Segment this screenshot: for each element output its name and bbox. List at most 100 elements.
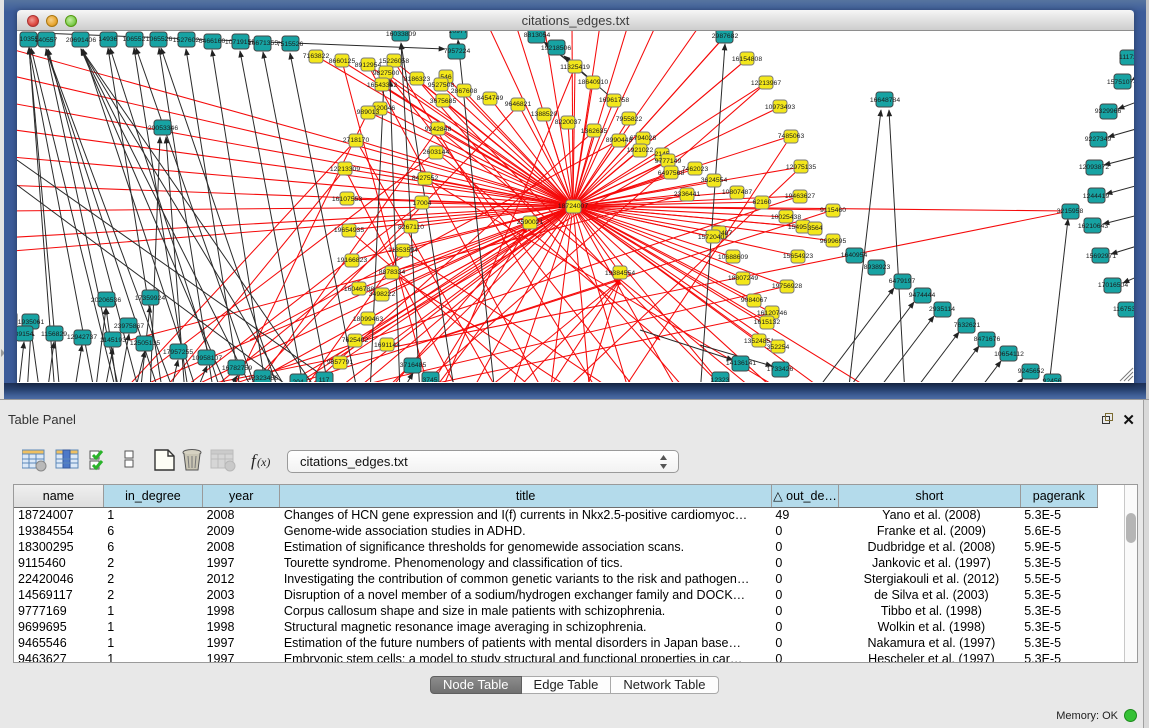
svg-text:1244419: 1244419 bbox=[1083, 193, 1110, 200]
svg-text:9777149: 9777149 bbox=[655, 158, 682, 165]
svg-text:7485063: 7485063 bbox=[778, 133, 805, 140]
svg-text:7632621: 7632621 bbox=[954, 322, 981, 329]
svg-text:1921022: 1921022 bbox=[627, 147, 654, 154]
svg-text:1615132: 1615132 bbox=[754, 319, 781, 326]
svg-text:15654923: 15654923 bbox=[783, 253, 813, 260]
svg-text:19384554: 19384554 bbox=[605, 270, 635, 277]
svg-text:10025438: 10025438 bbox=[771, 214, 801, 221]
svg-text:10977: 10977 bbox=[449, 31, 468, 35]
svg-text:12093872: 12093872 bbox=[1079, 164, 1109, 171]
svg-text:8267110: 8267110 bbox=[398, 224, 424, 231]
svg-text:18724007: 18724007 bbox=[558, 203, 588, 210]
svg-text:15692971: 15692971 bbox=[1086, 253, 1116, 260]
svg-text:17957255: 17957255 bbox=[163, 349, 193, 356]
svg-text:10807487: 10807487 bbox=[722, 189, 752, 196]
svg-text:8220037: 8220037 bbox=[555, 119, 582, 126]
svg-text:15751074: 15751074 bbox=[1107, 79, 1134, 86]
svg-text:1527602: 1527602 bbox=[173, 37, 200, 44]
svg-text:7515526: 7515526 bbox=[277, 41, 304, 48]
svg-text:19218506: 19218506 bbox=[541, 45, 571, 52]
svg-text:16543362: 16543362 bbox=[367, 82, 397, 89]
svg-text:16107553: 16107553 bbox=[332, 196, 362, 203]
svg-text:16648784: 16648784 bbox=[870, 97, 900, 104]
svg-text:20206536: 20206536 bbox=[91, 297, 121, 304]
svg-text:352254: 352254 bbox=[767, 344, 790, 351]
svg-text:10688609: 10688609 bbox=[718, 254, 748, 261]
svg-text:2935114: 2935114 bbox=[929, 306, 955, 313]
svg-text:(x): (x) bbox=[257, 455, 270, 469]
svg-text:2867608: 2867608 bbox=[451, 88, 478, 95]
svg-text:8990448: 8990448 bbox=[606, 137, 633, 144]
svg-text:10958107: 10958107 bbox=[192, 355, 222, 362]
svg-text:18640910: 18640910 bbox=[578, 79, 608, 86]
svg-text:8938923: 8938923 bbox=[864, 264, 891, 271]
svg-text:19463627: 19463627 bbox=[785, 193, 815, 200]
svg-text:8186323: 8186323 bbox=[404, 76, 431, 83]
svg-text:6466160: 6466160 bbox=[199, 38, 226, 45]
svg-text:3215958: 3215958 bbox=[1057, 208, 1084, 215]
svg-text:106552: 106552 bbox=[123, 36, 146, 43]
svg-text:9646821: 9646821 bbox=[505, 101, 532, 108]
svg-text:9227349: 9227349 bbox=[1085, 136, 1112, 143]
svg-text:62160: 62160 bbox=[753, 199, 772, 206]
svg-text:19756928: 19756928 bbox=[772, 283, 802, 290]
svg-text:9115460: 9115460 bbox=[820, 207, 846, 214]
svg-text:8813054: 8813054 bbox=[524, 32, 551, 39]
svg-text:18807249: 18807249 bbox=[728, 275, 758, 282]
svg-text:7163822: 7163822 bbox=[303, 53, 330, 60]
svg-text:17004: 17004 bbox=[413, 200, 432, 207]
svg-text:12505135: 12505135 bbox=[130, 340, 160, 347]
svg-text:14936: 14936 bbox=[99, 36, 118, 43]
svg-text:20053346: 20053346 bbox=[148, 125, 178, 132]
svg-text:7625402: 7625402 bbox=[342, 337, 369, 344]
svg-text:11325419: 11325419 bbox=[560, 64, 590, 71]
svg-text:16671355: 16671355 bbox=[248, 40, 278, 47]
svg-text:8471676: 8471676 bbox=[974, 336, 1001, 343]
svg-text:16033809: 16033809 bbox=[386, 31, 416, 38]
svg-text:15720407: 15720407 bbox=[698, 234, 728, 241]
svg-text:6497568: 6497568 bbox=[658, 170, 685, 177]
svg-text:3498222: 3498222 bbox=[369, 291, 396, 298]
svg-text:1156829: 1156829 bbox=[41, 331, 67, 338]
svg-text:1167533: 1167533 bbox=[1113, 306, 1134, 313]
svg-text:12942737: 12942737 bbox=[67, 334, 97, 341]
svg-text:2336441: 2336441 bbox=[674, 191, 701, 198]
svg-text:8660125: 8660125 bbox=[329, 58, 356, 65]
svg-text:23975867: 23975867 bbox=[114, 323, 144, 330]
svg-text:9084067: 9084067 bbox=[741, 297, 768, 304]
svg-text:16154808: 16154808 bbox=[732, 56, 762, 63]
svg-text:7955822: 7955822 bbox=[616, 116, 643, 123]
svg-text:1362635: 1362635 bbox=[581, 128, 608, 135]
svg-text:140557: 140557 bbox=[35, 37, 58, 44]
svg-text:8427552: 8427552 bbox=[412, 175, 439, 182]
svg-text:18099463: 18099463 bbox=[353, 316, 383, 323]
svg-text:989013: 989013 bbox=[357, 109, 380, 116]
svg-text:17016504: 17016504 bbox=[1098, 282, 1128, 289]
svg-text:11172: 11172 bbox=[1119, 54, 1134, 61]
svg-text:19654935: 19654935 bbox=[334, 227, 364, 234]
svg-text:2987682: 2987682 bbox=[712, 33, 739, 40]
svg-text:16961758: 16961758 bbox=[599, 97, 629, 104]
svg-text:12323466: 12323466 bbox=[248, 375, 278, 382]
svg-text:3745: 3745 bbox=[422, 377, 437, 382]
svg-text:1935061: 1935061 bbox=[18, 319, 45, 326]
svg-text:16782759: 16782759 bbox=[222, 365, 252, 372]
svg-text:117: 117 bbox=[319, 377, 330, 382]
svg-text:1145193: 1145193 bbox=[100, 337, 126, 344]
svg-text:2603144: 2603144 bbox=[423, 149, 450, 156]
svg-text:3564: 3564 bbox=[807, 225, 822, 232]
svg-text:10973493: 10973493 bbox=[765, 104, 795, 111]
svg-text:6479197: 6479197 bbox=[889, 278, 916, 285]
svg-text:7957224: 7957224 bbox=[444, 48, 471, 55]
svg-text:17359924: 17359924 bbox=[135, 295, 165, 302]
svg-text:10654112: 10654112 bbox=[994, 351, 1024, 358]
svg-text:3624554: 3624554 bbox=[701, 177, 728, 184]
svg-text:15226058: 15226058 bbox=[379, 58, 409, 65]
svg-text:11353594: 11353594 bbox=[388, 247, 418, 254]
svg-text:2718170: 2718170 bbox=[343, 137, 370, 144]
svg-text:7462023: 7462023 bbox=[682, 166, 709, 173]
svg-text:1065526: 1065526 bbox=[146, 36, 173, 43]
svg-text:1388520: 1388520 bbox=[531, 111, 558, 118]
svg-text:6794028: 6794028 bbox=[630, 135, 657, 142]
svg-text:1640954: 1640954 bbox=[841, 252, 868, 259]
